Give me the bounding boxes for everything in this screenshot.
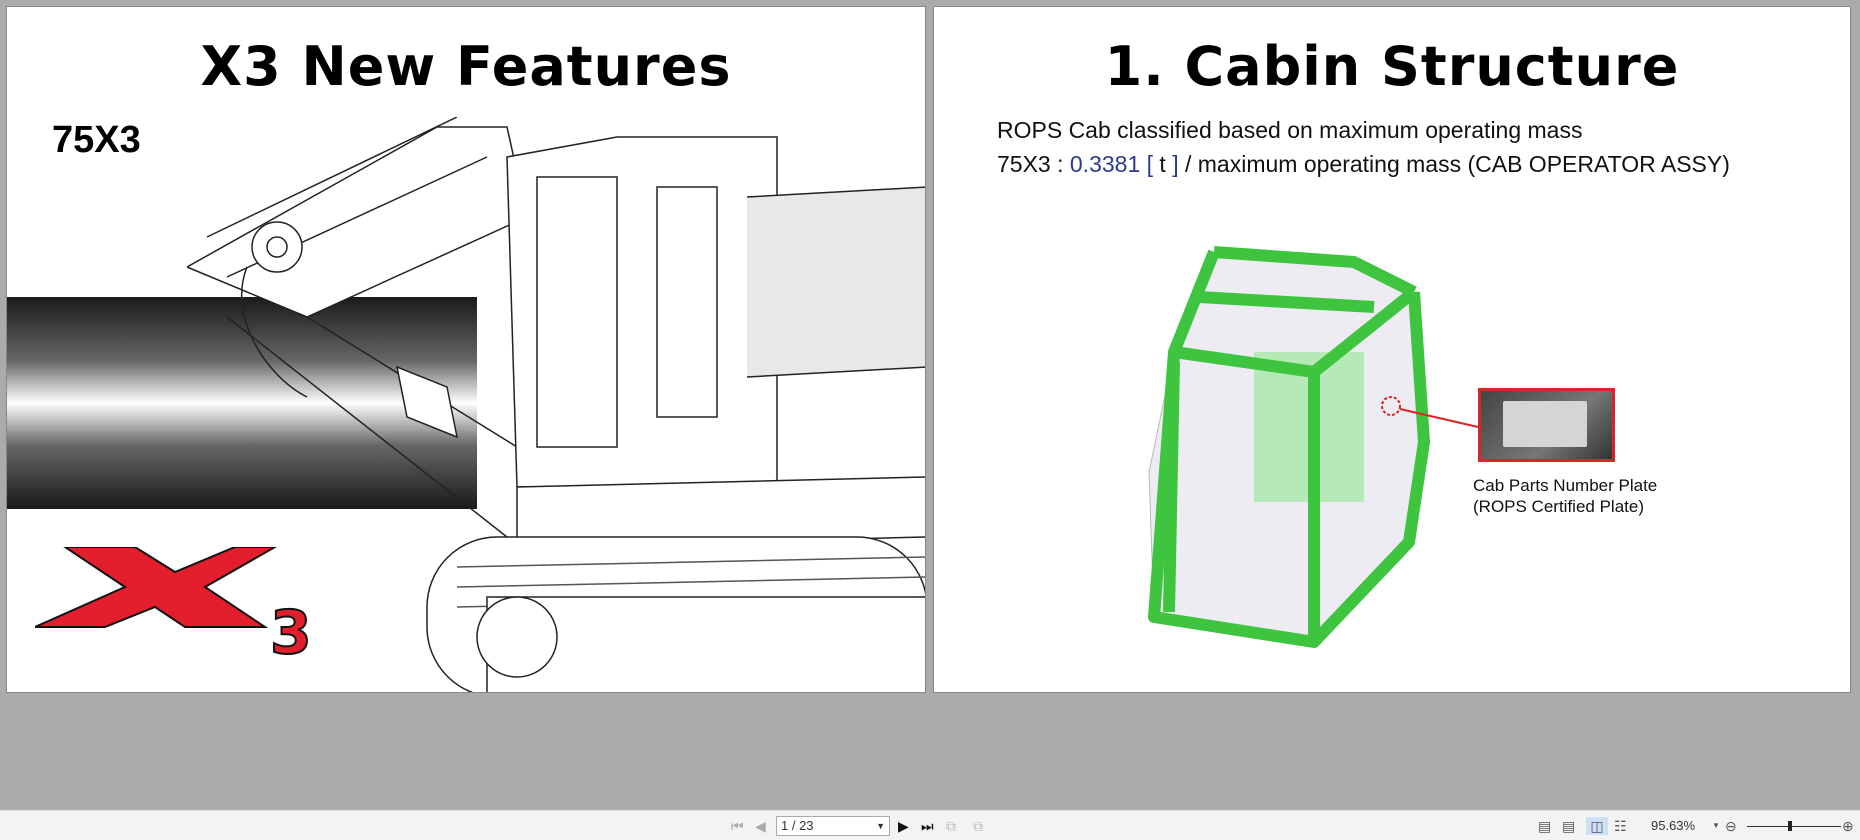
cab-structure-image — [1148, 246, 1479, 648]
svg-text:3: 3 — [270, 598, 312, 657]
caption-line-1: Cab Parts Number Plate — [1473, 476, 1658, 495]
next-page-icon[interactable]: ▶ — [898, 817, 909, 835]
zoom-level[interactable]: 95.63% — [1651, 817, 1695, 835]
plate-caption: Cab Parts Number Plate (ROPS Certified P… — [1473, 475, 1657, 517]
rotate-next-icon[interactable]: ⧉ — [973, 817, 983, 835]
two-page-view-icon[interactable]: ◫ — [1586, 817, 1608, 835]
mass-suffix: / maximum operating mass (CAB OPERATOR A… — [1178, 151, 1730, 177]
rops-description: ROPS Cab classified based on maximum ope… — [997, 117, 1583, 143]
mass-model: 75X3 : — [997, 151, 1070, 177]
two-page-continuous-icon[interactable]: ☷ — [1614, 817, 1627, 835]
continuous-view-icon[interactable]: ▤ — [1562, 817, 1575, 835]
zoom-slider-thumb[interactable] — [1788, 821, 1792, 831]
page-indicator: 1 / 23 — [781, 818, 814, 833]
model-label: 75X3 — [52, 119, 141, 161]
zoom-in-icon[interactable]: ⊕ — [1842, 817, 1854, 835]
mass-line: 75X3 : 0.3381 [ t ] / maximum operating … — [997, 151, 1730, 178]
first-page-icon[interactable]: ⏮ — [731, 817, 744, 835]
single-page-view-icon[interactable]: ▤ — [1538, 817, 1551, 835]
zoom-dropdown-icon[interactable]: ▼ — [1712, 817, 1720, 835]
bracket-close: ] — [1165, 151, 1179, 177]
chevron-down-icon: ▼ — [876, 821, 885, 831]
rops-plate-photo — [1478, 388, 1615, 462]
caption-line-2: (ROPS Certified Plate) — [1473, 497, 1644, 516]
page-title: 1. Cabin Structure — [1104, 35, 1680, 98]
zoom-out-icon[interactable]: ⊖ — [1725, 817, 1737, 835]
slide-page-1: X3 New Features 75X3 3 — [6, 6, 926, 693]
page-selector[interactable]: 1 / 23 ▼ — [776, 816, 890, 836]
bracket-open: [ — [1140, 151, 1160, 177]
viewer-toolbar: ⏮ ◀ 1 / 23 ▼ ▶ ⏭ ⧉ ⧉ ▤ ▤ ◫ ☷ 95.63% ▼ ⊖ ⊕ — [0, 810, 1860, 840]
last-page-icon[interactable]: ⏭ — [921, 817, 934, 835]
zoom-slider[interactable] — [1747, 826, 1841, 827]
page-title: X3 New Features — [200, 35, 732, 98]
mass-value: 0.3381 — [1069, 151, 1141, 177]
x3-logo: 3 — [35, 547, 313, 657]
rotate-previous-icon[interactable]: ⧉ — [946, 817, 956, 835]
previous-page-icon[interactable]: ◀ — [755, 817, 766, 835]
slide-page-2: 1. Cabin Structure ROPS Cab classified b… — [933, 6, 1851, 693]
